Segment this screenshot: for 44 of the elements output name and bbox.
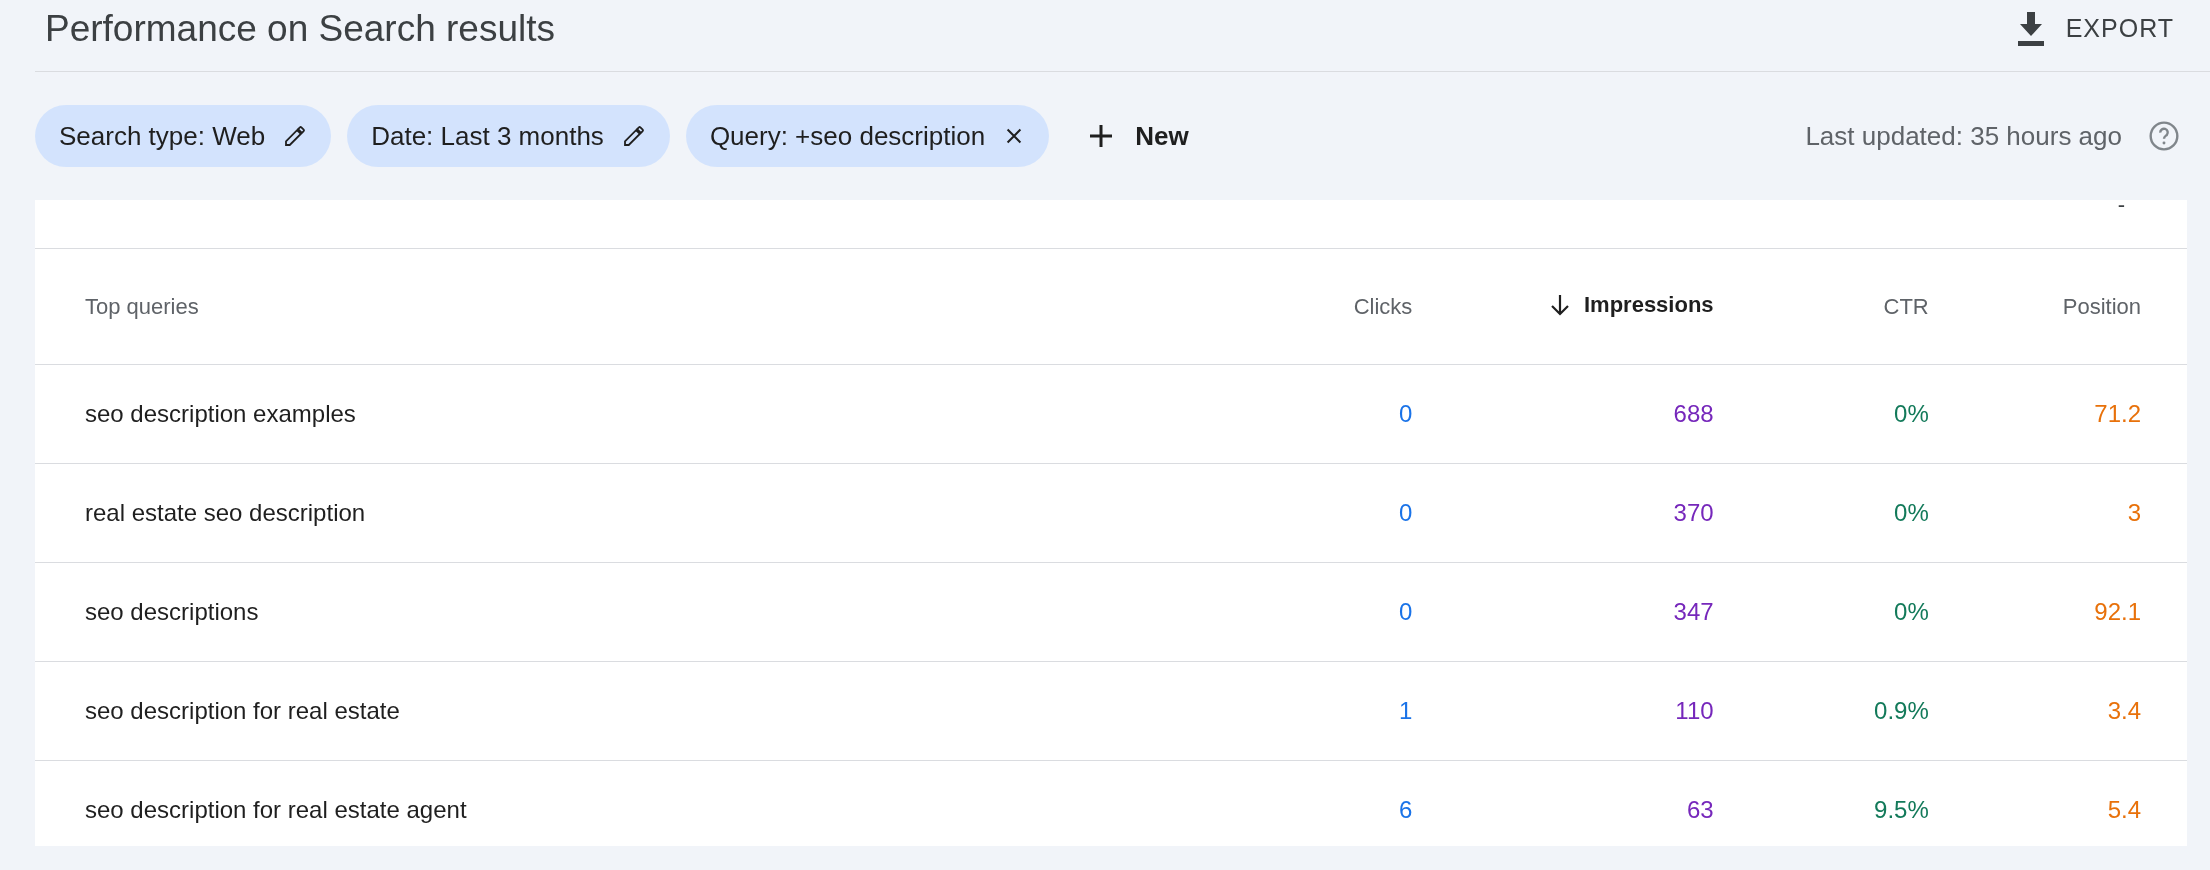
query-cell: real estate seo description [35, 463, 1112, 563]
filter-chip[interactable]: Query: +seo description [685, 105, 1050, 167]
plus-icon [1089, 124, 1114, 148]
metric-cell: 3.4 [1928, 661, 2187, 761]
metric-cell: 0% [1713, 463, 1929, 563]
metric-cell: 9.5% [1713, 760, 1929, 846]
new-filter-button[interactable]: New [1083, 119, 1195, 153]
query-cell: seo descriptions [35, 562, 1112, 662]
query-cell: seo description examples [35, 364, 1112, 464]
pencil-icon [621, 124, 646, 148]
metric-cell: 63 [1412, 760, 1714, 846]
metric-cell: 110 [1412, 661, 1714, 761]
arrow-down-icon [1549, 293, 1570, 316]
export-button[interactable]: EXPORT [2009, 10, 2180, 47]
metric-cell: 0% [1713, 364, 1929, 464]
metric-cell: 688 [1412, 364, 1714, 464]
filter-chip[interactable]: Date: Last 3 months [347, 105, 670, 167]
column-header[interactable]: Position [1928, 249, 2187, 365]
page-title: Performance on Search results [44, 7, 555, 50]
metric-cell: 0.9% [1713, 661, 1929, 761]
metric-cell: 3 [1928, 463, 2187, 563]
download-icon [2015, 11, 2046, 46]
column-header[interactable]: Impressions [1412, 249, 1714, 365]
query-cell: seo description for real estate agent [35, 760, 1112, 846]
metric-cell: 1 [1111, 661, 1413, 761]
metric-cell: 370 [1412, 463, 1714, 563]
query-cell: seo description for real estate [35, 661, 1112, 761]
column-header[interactable]: Clicks [1111, 249, 1413, 365]
dash-mark: - [2117, 200, 2125, 219]
metric-cell: 6 [1111, 760, 1413, 846]
metric-cell: 0% [1713, 562, 1929, 662]
metric-cell: 0 [1111, 364, 1413, 464]
help-icon[interactable] [2148, 120, 2180, 152]
metric-cell: 0 [1111, 463, 1413, 563]
metric-cell: 92.1 [1928, 562, 2187, 662]
metric-cell: 71.2 [1928, 364, 2187, 464]
metric-cell: 347 [1412, 562, 1714, 662]
filter-chip[interactable]: Search type: Web [35, 105, 332, 167]
column-header[interactable]: Top queries [35, 249, 1112, 365]
metric-cell: 5.4 [1928, 760, 2187, 846]
metric-cell: 0 [1111, 562, 1413, 662]
column-header[interactable]: CTR [1713, 249, 1929, 365]
pencil-icon [283, 124, 308, 148]
last-updated-text: Last updated: 35 hours ago [1805, 120, 2122, 152]
